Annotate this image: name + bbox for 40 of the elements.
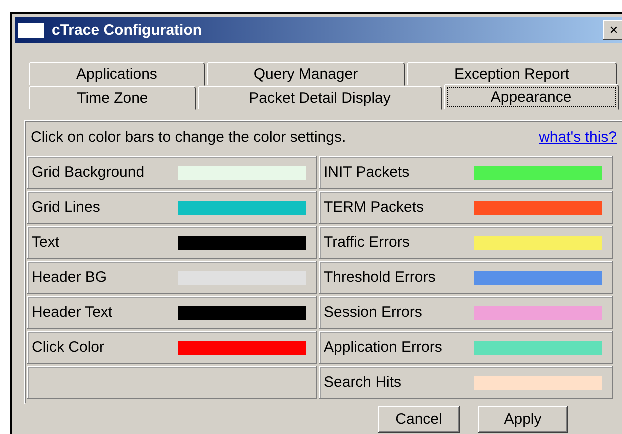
window-title: cTrace Configuration	[52, 22, 204, 38]
setting-label: Application Errors	[324, 339, 442, 356]
setting-label: Click Color	[32, 339, 105, 356]
color-bar[interactable]	[474, 166, 602, 180]
tab[interactable]: Applications	[29, 62, 205, 86]
tab[interactable]: Packet Detail Display	[198, 86, 442, 110]
color-bar[interactable]	[178, 306, 306, 320]
setting-label: Session Errors	[324, 304, 422, 321]
setting-label: TERM Packets	[324, 199, 424, 216]
help-link[interactable]: what's this?	[539, 128, 617, 146]
color-bar[interactable]	[178, 166, 306, 180]
tab[interactable]: Time Zone	[29, 86, 196, 110]
setting-label: Search Hits	[324, 374, 402, 391]
color-bar[interactable]	[474, 200, 602, 214]
color-bar[interactable]	[178, 236, 306, 250]
color-bar[interactable]	[474, 376, 602, 390]
dialog-button[interactable]: Apply	[478, 406, 568, 433]
close-button[interactable]	[603, 20, 622, 40]
setting-label: Header BG	[32, 269, 108, 286]
setting-label: Grid Lines	[32, 199, 100, 216]
tab[interactable]: Appearance	[444, 84, 619, 110]
window-icon	[18, 22, 44, 38]
setting-label: Text	[32, 234, 60, 251]
dialog-button[interactable]: Cancel	[378, 406, 460, 433]
instruction-text: Click on color bars to change the color settings.	[31, 128, 346, 146]
color-bar[interactable]	[178, 340, 306, 354]
tab[interactable]: Query Manager	[207, 62, 405, 86]
color-bar[interactable]	[474, 236, 602, 250]
color-bar[interactable]	[474, 306, 602, 320]
close-icon	[610, 24, 618, 36]
setting-label: Threshold Errors	[324, 269, 436, 286]
tab[interactable]: Exception Report	[407, 62, 617, 86]
color-bar[interactable]	[178, 270, 306, 284]
setting-label: INIT Packets	[324, 164, 410, 181]
setting-label: Header Text	[32, 304, 113, 321]
color-bar[interactable]	[474, 270, 602, 284]
color-bar[interactable]	[474, 340, 602, 354]
setting-label: Traffic Errors	[324, 234, 410, 251]
setting-label: Grid Background	[32, 164, 145, 181]
color-bar[interactable]	[178, 200, 306, 214]
